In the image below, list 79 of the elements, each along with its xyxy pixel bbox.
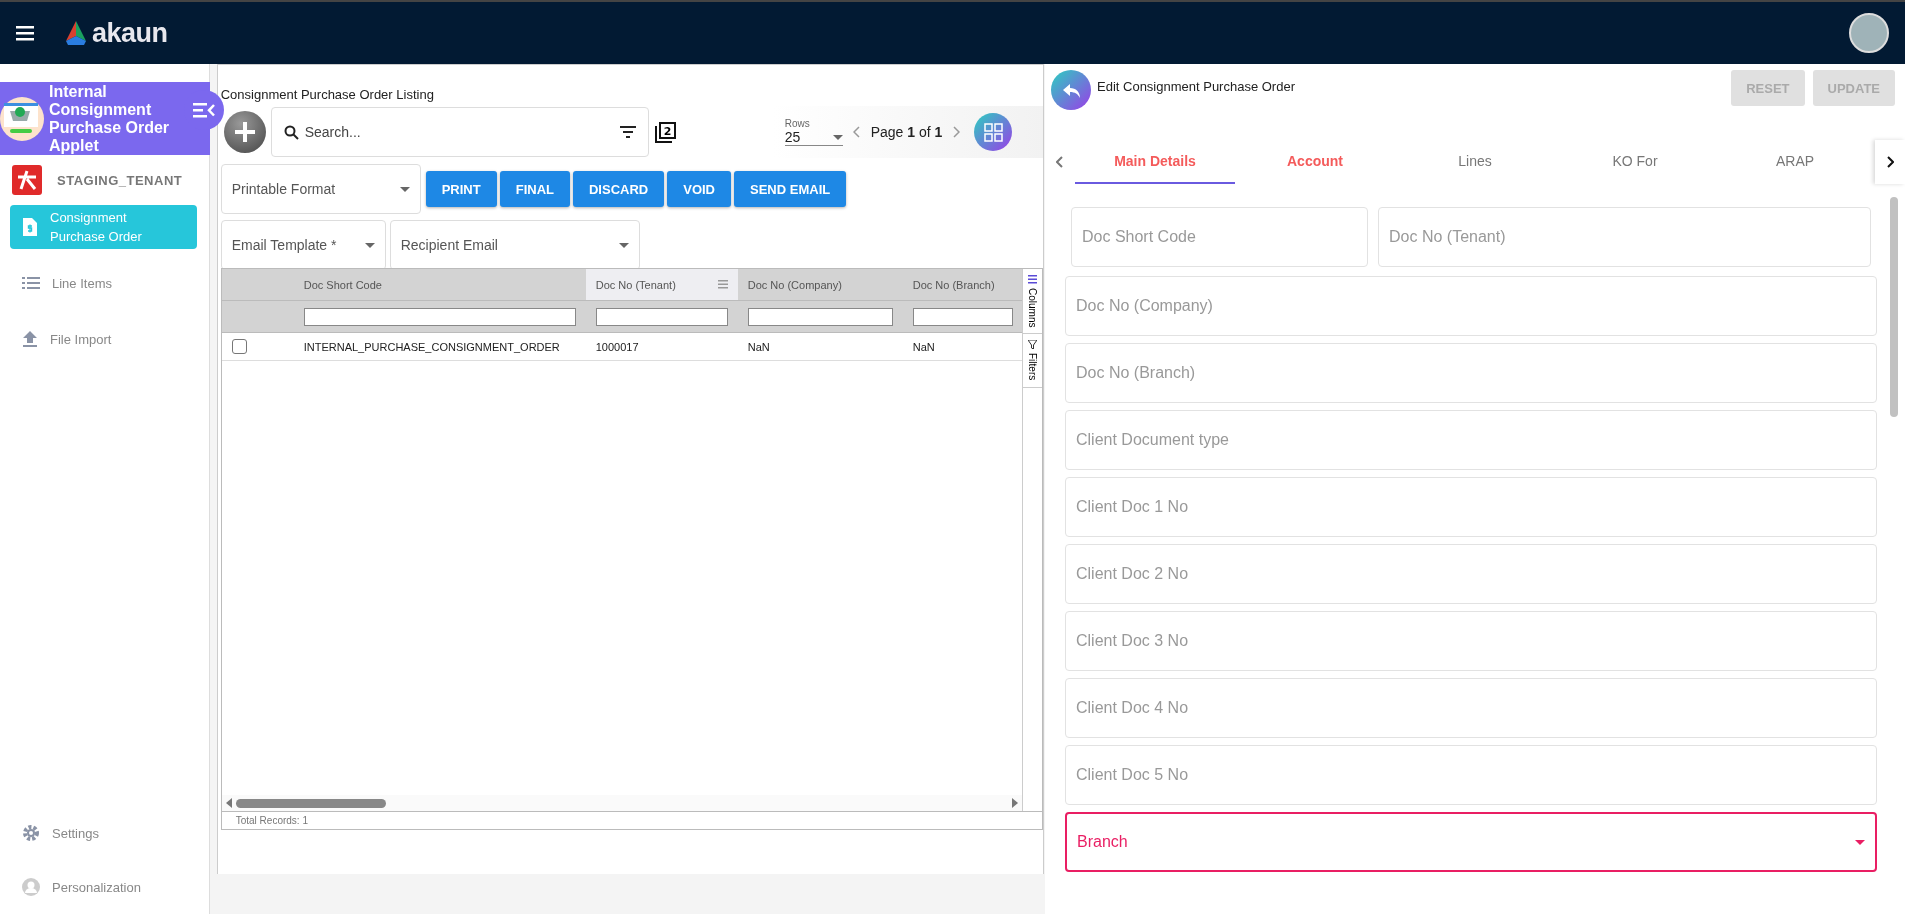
column-header[interactable]: Doc Short Code	[293, 269, 586, 300]
chevron-right-icon[interactable]	[952, 126, 961, 138]
action-button[interactable]: PRINT	[425, 171, 497, 207]
input-field[interactable]: Doc No (Company)	[1065, 276, 1877, 336]
input-field[interactable]: Doc Short Code	[1071, 207, 1368, 267]
filter-input[interactable]	[912, 307, 1013, 326]
table-cell-text: NaN	[911, 339, 936, 355]
horizontal-scrollbar[interactable]	[221, 795, 1022, 811]
columns-icon	[1027, 275, 1037, 284]
chevron-left-icon	[1056, 155, 1064, 168]
brand-name: akaun	[92, 17, 168, 49]
user-avatar[interactable]	[1849, 13, 1889, 53]
caret-icon	[832, 134, 843, 140]
upload-icon	[22, 331, 38, 347]
filter-input[interactable]	[595, 307, 728, 326]
search-icon	[283, 124, 299, 140]
row-checkbox[interactable]	[231, 339, 247, 354]
triangle-logo-icon	[64, 21, 88, 45]
menu-icon[interactable]	[16, 25, 34, 41]
reply-arrow-icon	[1062, 82, 1080, 98]
input-field[interactable]: Client Doc 2 No	[1065, 544, 1877, 604]
collapse-menu-icon	[193, 102, 215, 118]
record-count: Total Records: 1	[221, 811, 1042, 829]
input-field[interactable]: Doc No (Tenant)	[1378, 207, 1871, 267]
action-button[interactable]: SEND EMAIL	[734, 171, 847, 207]
shopping-cart-icon	[0, 96, 44, 141]
table-cell-text: INTERNAL_PURCHASE_CONSIGNMENT_ORDER	[302, 339, 561, 355]
panel-title: Edit Consignment Purchase Order	[1097, 79, 1295, 94]
caret-icon	[364, 242, 375, 248]
tab-scroll-right[interactable]	[1875, 139, 1905, 184]
document-icon	[22, 218, 38, 236]
rows-select[interactable]: Rows 25	[784, 118, 843, 146]
gear-icon	[22, 824, 40, 842]
dropdown-field[interactable]: Printable Format	[220, 164, 421, 214]
filter-icon[interactable]	[619, 126, 636, 138]
select-field[interactable]: Branch	[1065, 812, 1877, 872]
column-header[interactable]: Doc No (Company)	[737, 269, 903, 300]
nav-item[interactable]: Personalization	[0, 860, 209, 914]
add-button[interactable]	[223, 111, 266, 153]
nav-item[interactable]: Line Items	[10, 261, 197, 305]
back-button[interactable]	[1051, 70, 1091, 110]
page-indicator: Page 1 of 1	[870, 124, 943, 140]
column-header[interactable]: Doc No (Branch)	[902, 269, 1022, 300]
table-cell-text: NaN	[746, 339, 771, 355]
nav-item[interactable]: Consignment Purchase Order	[10, 205, 197, 249]
table-cell-text: 1000017	[594, 339, 640, 355]
chevron-left-icon[interactable]	[852, 126, 861, 138]
nav-item[interactable]: Settings	[0, 806, 209, 860]
caret-icon	[1855, 839, 1865, 845]
input-field[interactable]: Client Document type	[1065, 410, 1877, 470]
filter-input[interactable]	[747, 307, 893, 326]
column-menu-icon[interactable]	[717, 280, 728, 289]
funnel-icon	[1027, 340, 1037, 350]
caret-icon	[618, 242, 629, 248]
action-button[interactable]: FINAL	[499, 171, 570, 207]
input-field[interactable]: Doc No (Branch)	[1065, 343, 1877, 403]
list-icon	[22, 276, 40, 290]
panel-title: Consignment Purchase Order Listing	[220, 87, 435, 102]
input-field[interactable]: Client Doc 5 No	[1065, 745, 1877, 805]
tenant-logo-icon	[12, 165, 42, 195]
nav-item[interactable]: File Import	[10, 317, 197, 361]
input-field[interactable]: Client Doc 4 No	[1065, 678, 1877, 738]
grid-icon	[983, 122, 1003, 142]
column-header[interactable]: Doc No (Tenant)	[585, 269, 738, 300]
arrow-right-icon[interactable]	[1011, 798, 1018, 808]
applet-title: Internal Consignment Purchase Order Applet	[49, 82, 171, 155]
filter-input[interactable]	[303, 307, 576, 326]
caret-icon	[399, 186, 410, 192]
input-field[interactable]: Client Doc 1 No	[1065, 477, 1877, 537]
chevron-right-icon	[1886, 155, 1894, 168]
action-button[interactable]: VOID	[667, 171, 731, 207]
tenant-name: STAGING_TENANT	[57, 172, 183, 188]
input-field[interactable]: Client Doc 3 No	[1065, 611, 1877, 671]
action-button[interactable]: DISCARD	[573, 171, 665, 207]
plus-icon	[234, 122, 255, 142]
search-field[interactable]: Search...	[270, 107, 649, 157]
grid-view-button[interactable]	[974, 113, 1013, 151]
arrow-left-icon[interactable]	[225, 798, 232, 808]
person-icon	[22, 878, 40, 896]
